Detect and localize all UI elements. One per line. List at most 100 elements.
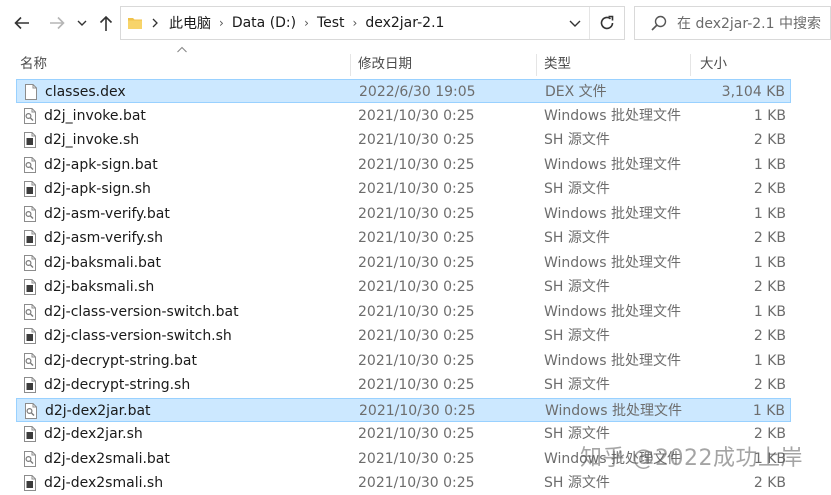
file-row[interactable]: d2j-dex2smali.sh 2021/10/30 0:25 SH 源文件 2 K… bbox=[16, 471, 791, 495]
file-modified-date: 2021/10/30 0:25 bbox=[358, 377, 475, 393]
back-button[interactable] bbox=[8, 9, 36, 37]
watermark: 知乎 @2022成功上岸 bbox=[580, 446, 803, 471]
chevron-right-icon[interactable]: › bbox=[219, 16, 224, 30]
column-divider[interactable] bbox=[536, 54, 537, 76]
file-type: Windows 批处理文件 bbox=[544, 156, 681, 173]
file-type: Windows 批处理文件 bbox=[544, 107, 681, 124]
script-file-icon bbox=[23, 132, 37, 148]
file-row[interactable]: d2j-class-version-switch.sh 2021/10/30 0:… bbox=[16, 324, 791, 348]
batch-file-icon bbox=[23, 156, 37, 173]
file-modified-date: 2021/10/30 0:25 bbox=[358, 303, 475, 320]
column-header-type[interactable]: 类型 bbox=[544, 50, 690, 78]
column-divider[interactable] bbox=[690, 54, 691, 76]
forward-button[interactable] bbox=[44, 9, 70, 37]
file-row[interactable]: d2j-decrypt-string.bat 2021/10/30 0:25 Win… bbox=[16, 349, 791, 373]
file-row[interactable]: d2j-baksmali.bat 2021/10/30 0:25 Windows 批… bbox=[16, 251, 791, 275]
file-row[interactable]: d2j-apk-sign.bat 2021/10/30 0:25 Windows 批… bbox=[16, 153, 791, 177]
file-name: d2j-baksmali.bat bbox=[44, 254, 162, 271]
column-header-name[interactable]: 名称 bbox=[20, 50, 350, 78]
file-size: 1 KB bbox=[753, 107, 786, 124]
file-size: 1 KB bbox=[753, 254, 786, 271]
file-row[interactable]: d2j-dex2jar.bat 2021/10/30 0:25 Windows 批处… bbox=[16, 397, 791, 422]
arrow-right-icon bbox=[50, 16, 65, 30]
navigation-toolbar: 此电脑 › Data (D:) › Test › dex2jar-2.1 在 d… bbox=[0, 0, 831, 46]
file-name: d2j-apk-sign.bat bbox=[44, 156, 158, 173]
file-row[interactable]: d2j-class-version-switch.bat 2021/10/30 0… bbox=[16, 300, 791, 324]
file-name: d2j-dex2smali.sh bbox=[44, 475, 164, 491]
script-file-icon bbox=[23, 426, 37, 442]
file-name: d2j-dex2jar.sh bbox=[44, 426, 143, 442]
file-modified-date: 2021/10/30 0:25 bbox=[358, 230, 475, 246]
file-row[interactable]: d2j-baksmali.sh 2021/10/30 0:25 SH 源文件 2 KB bbox=[16, 275, 791, 299]
breadcrumb-item-data-drive[interactable]: Data (D:) bbox=[232, 15, 296, 31]
column-divider[interactable] bbox=[350, 54, 351, 76]
file-type: Windows 批处理文件 bbox=[544, 303, 681, 320]
file-type: SH 源文件 bbox=[544, 279, 610, 295]
search-icon bbox=[651, 15, 667, 31]
file-name: d2j-class-version-switch.bat bbox=[44, 303, 239, 320]
file-row[interactable]: d2j-asm-verify.bat 2021/10/30 0:25 Windows… bbox=[16, 202, 791, 226]
file-name: d2j-class-version-switch.sh bbox=[44, 328, 232, 344]
file-modified-date: 2021/10/30 0:25 bbox=[358, 352, 475, 369]
file-row[interactable]: d2j_invoke.sh 2021/10/30 0:25 SH 源文件 2 KB bbox=[16, 128, 791, 152]
column-header-size[interactable]: 大小 bbox=[700, 50, 790, 78]
address-history-chevron-icon[interactable] bbox=[568, 15, 582, 31]
script-file-icon bbox=[23, 377, 37, 393]
file-name: d2j-baksmali.sh bbox=[44, 279, 155, 295]
script-file-icon bbox=[23, 279, 37, 295]
file-size: 1 KB bbox=[753, 303, 786, 320]
file-type: Windows 批处理文件 bbox=[544, 205, 681, 222]
file-size: 2 KB bbox=[753, 328, 786, 344]
batch-file-icon bbox=[23, 107, 37, 124]
chevron-right-icon[interactable] bbox=[151, 18, 159, 28]
refresh-icon[interactable] bbox=[598, 13, 616, 33]
file-size: 2 KB bbox=[753, 181, 786, 197]
chevron-right-icon[interactable]: › bbox=[353, 16, 358, 30]
file-row[interactable]: d2j_invoke.bat 2021/10/30 0:25 Windows 批处理… bbox=[16, 104, 791, 128]
file-size: 1 KB bbox=[752, 402, 785, 419]
file-type: Windows 批处理文件 bbox=[544, 352, 681, 369]
file-row[interactable]: d2j-asm-verify.sh 2021/10/30 0:25 SH 源文件 2 … bbox=[16, 226, 791, 250]
batch-file-icon bbox=[23, 205, 37, 222]
breadcrumb-item-dex2jar[interactable]: dex2jar-2.1 bbox=[365, 15, 444, 31]
search-box[interactable]: 在 dex2jar-2.1 中搜索 bbox=[634, 6, 831, 40]
divider bbox=[589, 7, 590, 39]
file-modified-date: 2021/10/30 0:25 bbox=[358, 181, 475, 197]
file-type: DEX 文件 bbox=[545, 84, 607, 100]
file-name: d2j_invoke.sh bbox=[44, 132, 140, 148]
address-bar[interactable]: 此电脑 › Data (D:) › Test › dex2jar-2.1 bbox=[120, 6, 625, 40]
file-modified-date: 2021/10/30 0:25 bbox=[358, 254, 475, 271]
column-header-modified[interactable]: 修改日期 bbox=[358, 50, 536, 78]
file-name: classes.dex bbox=[45, 84, 126, 100]
arrow-up-icon bbox=[99, 15, 113, 31]
file-modified-date: 2021/10/30 0:25 bbox=[358, 328, 475, 344]
breadcrumb-item-this-pc[interactable]: 此电脑 bbox=[169, 13, 211, 33]
recent-locations-button[interactable] bbox=[74, 9, 90, 37]
file-modified-date: 2021/10/30 0:25 bbox=[358, 279, 475, 295]
batch-file-icon bbox=[23, 352, 37, 369]
batch-file-icon bbox=[23, 254, 37, 271]
file-row[interactable]: d2j-apk-sign.sh 2021/10/30 0:25 SH 源文件 2 KB bbox=[16, 177, 791, 201]
file-modified-date: 2021/10/30 0:25 bbox=[358, 156, 475, 173]
arrow-left-icon bbox=[14, 16, 29, 30]
batch-file-icon bbox=[23, 450, 37, 467]
breadcrumb-item-test[interactable]: Test bbox=[317, 15, 345, 31]
file-size: 2 KB bbox=[753, 132, 786, 148]
chevron-right-icon[interactable]: › bbox=[304, 16, 309, 30]
file-name: d2j-decrypt-string.sh bbox=[44, 377, 191, 393]
up-button[interactable] bbox=[94, 9, 118, 37]
file-type: SH 源文件 bbox=[544, 230, 610, 246]
file-row[interactable]: classes.dex 2022/6/30 19:05 DEX 文件 3,104 KB bbox=[16, 79, 791, 103]
file-type: Windows 批处理文件 bbox=[545, 402, 682, 419]
file-size: 1 KB bbox=[753, 205, 786, 222]
batch-file-icon bbox=[24, 402, 38, 419]
file-modified-date: 2021/10/30 0:25 bbox=[359, 402, 476, 419]
file-type: SH 源文件 bbox=[544, 475, 610, 491]
file-modified-date: 2021/10/30 0:25 bbox=[358, 426, 475, 442]
breadcrumb: 此电脑 › Data (D:) › Test › dex2jar-2.1 bbox=[169, 13, 444, 33]
blank-file-icon bbox=[24, 84, 38, 100]
file-modified-date: 2021/10/30 0:25 bbox=[358, 107, 475, 124]
script-file-icon bbox=[23, 181, 37, 197]
file-name: d2j_invoke.bat bbox=[44, 107, 146, 124]
file-row[interactable]: d2j-decrypt-string.sh 2021/10/30 0:25 SH 源… bbox=[16, 373, 791, 397]
